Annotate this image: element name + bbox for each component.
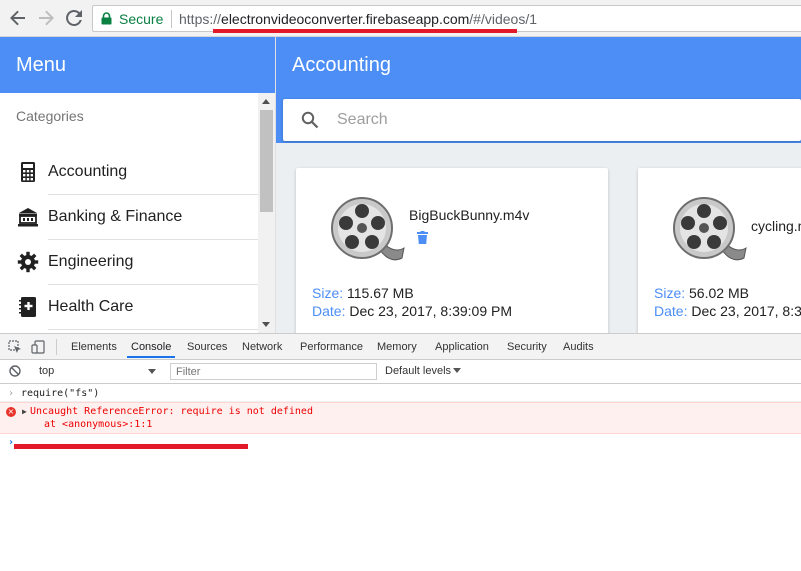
trash-icon[interactable] <box>417 231 428 244</box>
tab-audits[interactable]: Audits <box>563 341 594 353</box>
chevron-down-icon[interactable] <box>148 369 156 374</box>
bank-icon <box>18 208 38 227</box>
medical-book-icon <box>19 297 36 317</box>
item-divider <box>48 329 258 330</box>
date-value: Dec 23, 2017, 8:39:09 PM <box>349 303 513 319</box>
video-card[interactable]: BigBuckBunny.m4v Size: 115.67 MB Date: D… <box>296 168 608 338</box>
chevron-down-icon[interactable] <box>453 368 461 373</box>
video-size: Size: 56.02 MB <box>654 285 749 301</box>
device-toolbar-icon[interactable] <box>31 340 45 354</box>
lock-icon <box>101 12 112 25</box>
film-reel-icon <box>673 197 747 261</box>
video-size: Size: 115.67 MB <box>312 285 414 301</box>
tab-application[interactable]: Application <box>435 341 489 353</box>
clear-console-icon[interactable] <box>9 365 21 377</box>
console-command: require("fs") <box>21 388 100 399</box>
url-text: https://electronvideoconverter.firebasea… <box>179 11 537 27</box>
tab-memory[interactable]: Memory <box>377 341 417 353</box>
video-date: Date: Dec 23, 2017, 8:39:09 PM <box>654 303 801 319</box>
date-value: Dec 23, 2017, 8:39:09 PM <box>691 303 801 319</box>
expand-triangle-icon[interactable]: ▶ <box>22 407 27 416</box>
omnibox-separator <box>171 10 172 28</box>
tab-performance[interactable]: Performance <box>300 341 363 353</box>
search-input[interactable] <box>337 107 777 133</box>
gear-icon <box>17 251 39 273</box>
url-host: electronvideoconverter.firebaseapp.com <box>221 11 470 27</box>
video-card[interactable]: cycling.mp4 Size: 56.02 MB Date: Dec 23,… <box>638 168 801 338</box>
sidebar-item-label: Health Care <box>48 298 134 315</box>
size-value: 115.67 MB <box>347 285 414 301</box>
console-toolbar: top Default levels <box>0 360 801 384</box>
size-key: Size: <box>654 285 686 301</box>
date-key: Date: <box>654 303 688 319</box>
url-scheme: https:// <box>179 11 222 27</box>
sidebar-item-label: Banking & Finance <box>48 208 183 225</box>
devtools-panel: Elements Console Sources Network Perform… <box>0 333 801 571</box>
url-path: /#/videos/1 <box>469 11 538 27</box>
input-chevron-icon: › <box>8 388 15 399</box>
devtools-tab-bar: Elements Console Sources Network Perform… <box>0 333 801 360</box>
reload-button[interactable] <box>63 7 85 29</box>
date-key: Date: <box>312 303 346 319</box>
browser-toolbar: Secure https://electronvideoconverter.fi… <box>0 0 801 37</box>
sidebar-item-accounting[interactable]: Accounting <box>0 150 258 195</box>
console-error-message: × ▶ Uncaught ReferenceError: require is … <box>0 402 801 434</box>
back-arrow-icon <box>10 10 25 26</box>
sidebar-item-banking-finance[interactable]: Banking & Finance <box>0 195 258 240</box>
error-location[interactable]: at <anonymous>:1:1 <box>44 419 152 430</box>
tab-network[interactable]: Network <box>242 341 282 353</box>
sidebar-title: Menu <box>0 37 275 93</box>
sidebar-scrollbar[interactable] <box>258 93 275 333</box>
video-date: Date: Dec 23, 2017, 8:39:09 PM <box>312 303 512 319</box>
video-name: BigBuckBunny.m4v <box>409 207 530 223</box>
forward-arrow-icon <box>39 10 54 26</box>
tab-sources[interactable]: Sources <box>187 341 227 353</box>
categories-label: Categories <box>16 108 84 124</box>
console-command-line: › require("fs") <box>0 385 801 402</box>
console-filter-input[interactable] <box>170 363 377 380</box>
size-key: Size: <box>312 285 344 301</box>
scroll-thumb[interactable] <box>260 110 273 212</box>
search-icon <box>301 111 319 129</box>
error-text: Uncaught ReferenceError: require is not … <box>30 406 313 417</box>
calculator-icon <box>21 162 35 182</box>
sidebar-item-label: Engineering <box>48 253 134 270</box>
log-levels-dropdown[interactable]: Default levels <box>385 365 451 377</box>
secure-label: Secure <box>119 11 164 27</box>
console-annotation-underline <box>14 444 248 449</box>
sidebar: Categories Accounting Banking & Finance <box>0 93 275 333</box>
inspect-element-icon[interactable] <box>8 340 22 354</box>
context-selector[interactable]: top <box>39 365 54 377</box>
scroll-down-arrow-icon[interactable] <box>262 322 270 327</box>
tab-elements[interactable]: Elements <box>71 341 117 353</box>
film-reel-icon <box>331 197 405 261</box>
scroll-up-arrow-icon[interactable] <box>262 99 270 104</box>
forward-button[interactable] <box>35 7 57 29</box>
main-header: Accounting <box>276 37 801 143</box>
sidebar-item-engineering[interactable]: Engineering <box>0 240 258 285</box>
reload-icon <box>66 9 82 26</box>
page-title: Accounting <box>292 54 391 76</box>
back-button[interactable] <box>7 7 29 29</box>
search-box[interactable] <box>283 99 801 141</box>
url-annotation-underline <box>213 29 517 33</box>
error-icon: × <box>6 407 16 417</box>
address-bar[interactable]: Secure https://electronvideoconverter.fi… <box>92 5 801 32</box>
sidebar-item-label: Accounting <box>48 163 128 180</box>
tab-separator <box>56 339 57 355</box>
size-value: 56.02 MB <box>689 285 749 301</box>
tab-console[interactable]: Console <box>126 341 176 358</box>
tab-security[interactable]: Security <box>507 341 547 353</box>
sidebar-item-health-care[interactable]: Health Care <box>0 285 258 330</box>
video-name: cycling.mp4 <box>751 218 801 234</box>
